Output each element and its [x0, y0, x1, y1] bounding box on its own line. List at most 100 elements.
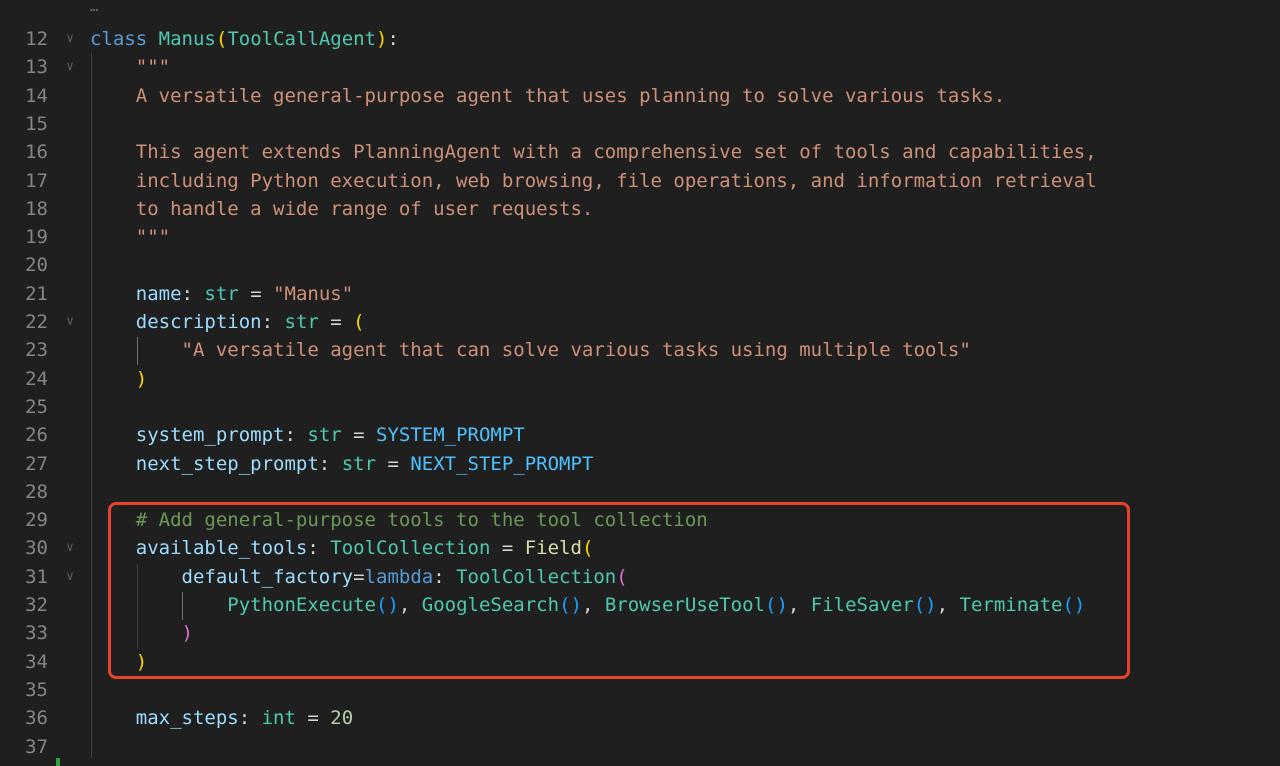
code-token: available_tools	[135, 537, 308, 560]
code-text: "A versatile agent that can solve variou…	[90, 336, 971, 364]
code-token: including Python execution, web browsing…	[135, 169, 1097, 192]
code-line[interactable]: 27 next_step_prompt: str = NEXT_STEP_PRO…	[0, 450, 1280, 478]
chevron-down-icon[interactable]: ∨	[62, 563, 78, 591]
code-token: PythonExecute	[227, 594, 376, 616]
code-token: ,	[936, 594, 960, 616]
code-editor[interactable]: … 12 ∨ class Manus(ToolCallAgent): 13 ∨ """ 1…	[0, 0, 1280, 766]
code-token: =	[376, 452, 411, 475]
line-number: 12	[25, 28, 48, 50]
chevron-down-icon[interactable]: ∨	[62, 308, 78, 336]
code-token: :	[387, 28, 399, 50]
code-line[interactable]: 32 PythonExecute(), GoogleSearch(), Brow…	[0, 591, 1280, 619]
code-token: 20	[330, 707, 354, 730]
code-token: ()	[376, 594, 399, 616]
line-number: 33	[25, 622, 48, 645]
indent-guide	[137, 564, 138, 648]
code-token: ,	[581, 594, 605, 616]
line-number: 36	[25, 707, 48, 730]
code-token: This agent extends PlanningAgent with a …	[135, 141, 1097, 164]
indent-guide	[91, 53, 92, 758]
code-line[interactable]: 14 A versatile general-purpose agent tha…	[0, 82, 1280, 110]
code-text: A versatile general-purpose agent that u…	[90, 82, 1005, 110]
code-line[interactable]: 34 )	[0, 648, 1280, 676]
line-number: 29	[25, 509, 48, 532]
code-token: Terminate	[959, 594, 1063, 616]
code-line[interactable]: 17 including Python execution, web brows…	[0, 167, 1280, 195]
code-text: """	[90, 223, 170, 251]
code-token: int	[261, 707, 296, 730]
code-token: class	[90, 28, 148, 50]
code-token: default_factory	[181, 565, 354, 588]
code-token: ,	[787, 594, 811, 616]
code-line[interactable]: 35	[0, 676, 1280, 704]
indent-guide	[182, 592, 183, 620]
code-token: (	[215, 28, 228, 50]
line-number: 18	[25, 197, 48, 220]
code-text: This agent extends PlanningAgent with a …	[90, 138, 1097, 166]
line-number: 34	[25, 650, 48, 673]
code-line[interactable]: 31 ∨ default_factory=lambda: ToolCollecti…	[0, 563, 1280, 591]
code-line[interactable]: 21 name: str = "Manus"	[0, 280, 1280, 308]
code-line[interactable]: 24 )	[0, 365, 1280, 393]
code-line[interactable]: 22 ∨ description: str = (	[0, 308, 1280, 336]
chevron-down-icon[interactable]: ∨	[62, 534, 78, 562]
code-token: ()	[559, 594, 582, 616]
code-token: =	[353, 565, 365, 588]
code-token: name	[135, 282, 182, 305]
folded-region-ellipsis[interactable]: …	[90, 0, 98, 20]
line-number: 13	[25, 56, 48, 79]
code-line[interactable]: 15	[0, 110, 1280, 138]
code-token: max_steps	[135, 707, 239, 730]
code-token: Field	[524, 537, 582, 560]
code-token: :	[261, 311, 285, 333]
chevron-down-icon[interactable]: ∨	[62, 53, 78, 81]
code-line[interactable]: 36 max_steps: int = 20	[0, 704, 1280, 732]
code-line[interactable]: 16 This agent extends PlanningAgent with…	[0, 138, 1280, 166]
code-token: ToolCallAgent	[227, 28, 377, 50]
git-change-marker	[56, 758, 60, 766]
code-line[interactable]: 37	[0, 733, 1280, 761]
code-line[interactable]: 20	[0, 251, 1280, 279]
code-text: to handle a wide range of user requests.	[90, 195, 594, 223]
code-line[interactable]: 18 to handle a wide range of user reques…	[0, 195, 1280, 223]
code-token: )	[376, 28, 388, 50]
code-line[interactable]: 25	[0, 393, 1280, 421]
code-line[interactable]: 29 # Add general-purpose tools to the to…	[0, 506, 1280, 534]
code-line[interactable]: 26 system_prompt: str = SYSTEM_PROMPT	[0, 421, 1280, 449]
chevron-down-icon[interactable]: ∨	[62, 25, 78, 53]
code-line[interactable]: 33 )	[0, 619, 1280, 647]
code-text: )	[90, 619, 193, 647]
code-token: """	[135, 226, 171, 249]
code-text: )	[90, 365, 147, 393]
code-text: max_steps: int = 20	[90, 704, 353, 732]
code-text: )	[90, 648, 147, 676]
code-line[interactable]: 28	[0, 478, 1280, 506]
code-token: str	[307, 424, 342, 447]
code-line[interactable]: 30 ∨ available_tools: ToolCollection = Fi…	[0, 534, 1280, 562]
code-token: ToolCollection	[330, 537, 491, 560]
line-number: 37	[25, 735, 48, 758]
code-line[interactable]: 13 ∨ """	[0, 53, 1280, 81]
line-number: 20	[25, 254, 48, 277]
code-line[interactable]: 19 """	[0, 223, 1280, 251]
code-text: system_prompt: str = SYSTEM_PROMPT	[90, 421, 525, 449]
code-text: description: str = (	[90, 308, 365, 336]
code-line[interactable]: 23 "A versatile agent that can solve var…	[0, 336, 1280, 364]
code-token: "A versatile agent that can solve variou…	[181, 339, 971, 362]
code-token: description	[135, 311, 262, 333]
code-token: # Add general-purpose tools to the tool …	[135, 509, 708, 532]
code-token: (	[353, 311, 365, 333]
code-line[interactable]: 12 ∨ class Manus(ToolCallAgent):	[0, 25, 1280, 53]
line-number: 30	[25, 537, 48, 560]
code-text: next_step_prompt: str = NEXT_STEP_PROMPT	[90, 450, 594, 478]
indent-guide	[137, 337, 138, 365]
